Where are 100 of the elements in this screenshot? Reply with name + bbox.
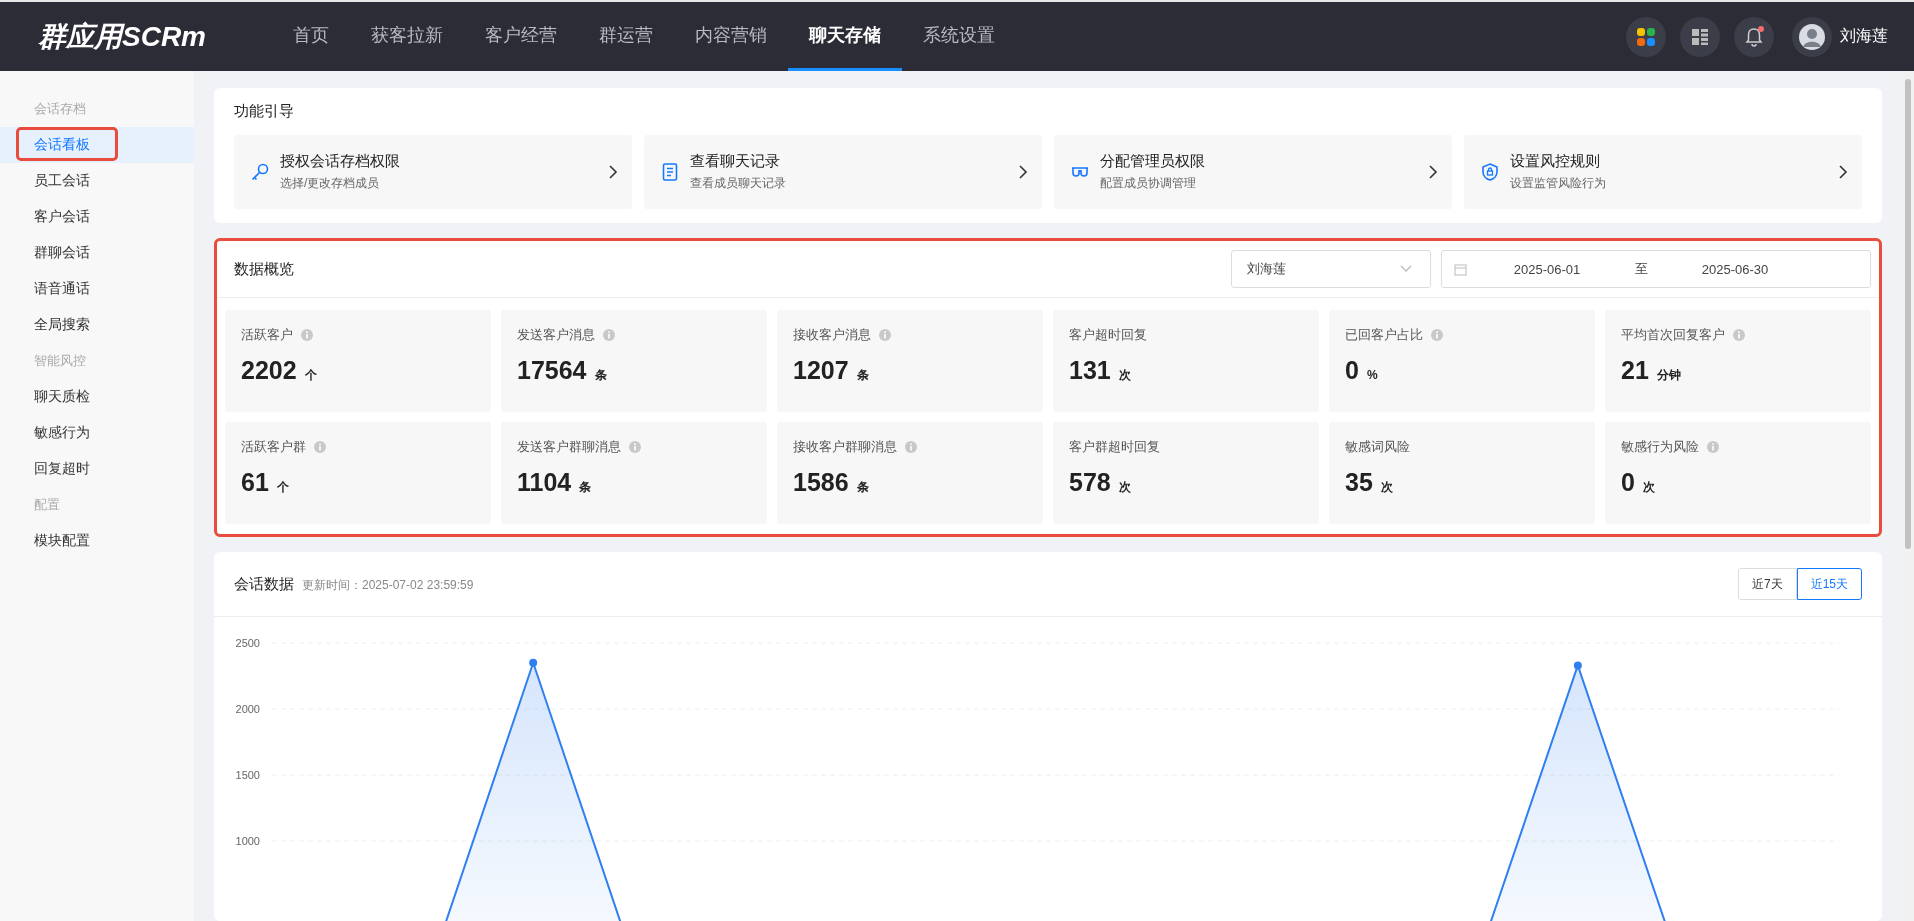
sidebar-item[interactable]: 聊天质检	[0, 379, 194, 415]
sidebar-section-title: 智能风控	[33, 352, 87, 370]
sidebar-item[interactable]: 模块配置	[0, 523, 194, 559]
y-axis-label: 1500	[235, 769, 260, 781]
stat-value: 21	[1621, 356, 1649, 385]
guide-card-subtitle: 查看成员聊天记录	[690, 175, 787, 192]
chevron-right-icon	[608, 165, 618, 179]
stat-value: 1586	[793, 468, 849, 497]
sidebar-item[interactable]: 员工会话	[0, 163, 194, 199]
apps-grid-icon	[1636, 26, 1656, 47]
stat-label: 活跃客户	[241, 326, 293, 344]
stat-unit: 次	[1118, 479, 1131, 496]
stat-value: 1104	[517, 468, 572, 497]
panel-title: 会话数据	[234, 574, 294, 594]
stat-label: 客户群超时回复	[1069, 438, 1160, 456]
stat-label: 接收客户群聊消息	[793, 438, 897, 456]
sidebar-item[interactable]: 群聊会话	[0, 235, 194, 271]
panel-title: 数据概览	[234, 259, 294, 279]
stat-unit: 条	[594, 367, 607, 384]
stat-unit: 条	[579, 479, 592, 496]
date-range-picker[interactable]: 2025-06-01 至 2025-06-30	[1441, 250, 1871, 288]
update-time: 更新时间：2025-07-02 23:59:59	[302, 576, 474, 594]
stat-value: 578	[1069, 468, 1111, 497]
stat-value: 1207	[793, 356, 849, 385]
start-date: 2025-06-01	[1512, 261, 1582, 277]
y-axis-label: 2000	[235, 703, 260, 715]
guide-card-title: 查看聊天记录	[690, 152, 781, 171]
nav-tab[interactable]: 首页	[272, 2, 350, 71]
stat-value: 131	[1069, 356, 1111, 385]
panel-title: 功能引导	[234, 102, 295, 121]
stat-unit: 条	[856, 367, 869, 384]
stat-unit: 次	[1118, 367, 1131, 384]
end-date: 2025-06-30	[1700, 261, 1770, 277]
chevron-down-icon	[1400, 265, 1412, 273]
nav-tab[interactable]: 获客拉新	[350, 2, 464, 71]
chevron-right-icon	[1428, 165, 1438, 179]
stat-unit: 次	[1380, 479, 1393, 496]
calendar-icon	[1454, 262, 1467, 276]
stat-label: 发送客户消息	[517, 326, 595, 344]
stat-value: 0	[1345, 356, 1359, 385]
stat-label: 敏感行为风险	[1621, 438, 1699, 456]
stat-unit: 个	[276, 479, 289, 496]
stat-value: 17564	[517, 356, 587, 385]
sidebar-item[interactable]: 会话看板	[0, 127, 194, 163]
guide-card-title: 授权会话存档权限	[280, 152, 401, 171]
nav-tab[interactable]: 聊天存储	[788, 2, 902, 71]
stat-unit: 次	[1642, 479, 1655, 496]
stat-label: 接收客户消息	[793, 326, 871, 344]
guide-card-subtitle: 设置监管风险行为	[1510, 175, 1607, 192]
stat-label: 敏感词风险	[1345, 438, 1410, 456]
stat-label: 发送客户群聊消息	[517, 438, 621, 456]
sidebar-item[interactable]: 客户会话	[0, 199, 194, 235]
stat-label: 平均首次回复客户	[1621, 326, 1725, 344]
guide-card[interactable]: 设置风控规则 设置监管风险行为	[1464, 135, 1862, 209]
guide-card-title: 设置风控规则	[1510, 152, 1601, 171]
data-point	[1573, 661, 1582, 670]
y-axis-label: 2500	[235, 637, 260, 649]
stat-label: 活跃客户群	[241, 438, 306, 456]
stat-value: 61	[241, 468, 269, 497]
apps-button[interactable]	[1626, 16, 1666, 57]
user-name[interactable]: 刘海莲	[1840, 26, 1888, 47]
sidebar-item[interactable]: 全局搜索	[0, 307, 194, 343]
sidebar-item[interactable]: 语音通话	[0, 271, 194, 307]
stat-unit: %	[1366, 368, 1378, 382]
guide-card-title: 分配管理员权限	[1100, 152, 1206, 171]
stat-value: 2202	[241, 356, 297, 385]
range-toggle[interactable]: 近15天	[1796, 568, 1862, 600]
shield-icon	[1480, 162, 1500, 182]
layout-icon	[1691, 27, 1709, 46]
document-icon	[660, 162, 680, 182]
guide-card[interactable]: 查看聊天记录 查看成员聊天记录	[644, 135, 1042, 209]
layout-button[interactable]	[1680, 16, 1720, 57]
stat-label: 已回客户占比	[1345, 326, 1423, 344]
notification-button[interactable]	[1734, 16, 1774, 57]
sidebar-item[interactable]: 回复超时	[0, 451, 194, 487]
data-point	[529, 658, 538, 667]
scrollbar[interactable]	[1902, 71, 1914, 921]
guide-card[interactable]: 授权会话存档权限 选择/更改存档成员	[234, 135, 632, 209]
guide-card-subtitle: 配置成员协调管理	[1100, 175, 1197, 192]
nav-tab[interactable]: 内容营销	[674, 2, 788, 71]
sidebar-section-title: 配置	[33, 496, 61, 514]
nav-tab[interactable]: 系统设置	[902, 2, 1016, 71]
stat-unit: 条	[856, 479, 869, 496]
bell-icon	[1743, 25, 1765, 48]
y-axis-label: 1000	[235, 835, 260, 847]
guide-card-subtitle: 选择/更改存档成员	[280, 175, 381, 192]
sidebar-section-title: 会话存档	[33, 100, 87, 118]
member-select[interactable]: 刘海莲	[1231, 250, 1431, 288]
sidebar-item[interactable]: 敏感行为	[0, 415, 194, 451]
key-icon	[250, 162, 270, 182]
guide-card[interactable]: 分配管理员权限 配置成员协调管理	[1054, 135, 1452, 209]
range-toggle[interactable]: 近7天	[1737, 568, 1797, 600]
avatar-icon[interactable]	[1799, 23, 1825, 50]
logo: 群应用SCRm	[38, 19, 207, 54]
chevron-right-icon	[1838, 165, 1848, 179]
chevron-right-icon	[1018, 165, 1028, 179]
stat-unit: 分钟	[1656, 367, 1681, 384]
nav-tab[interactable]: 客户经营	[464, 2, 578, 71]
stat-unit: 个	[304, 367, 317, 384]
nav-tab[interactable]: 群运营	[578, 2, 674, 71]
